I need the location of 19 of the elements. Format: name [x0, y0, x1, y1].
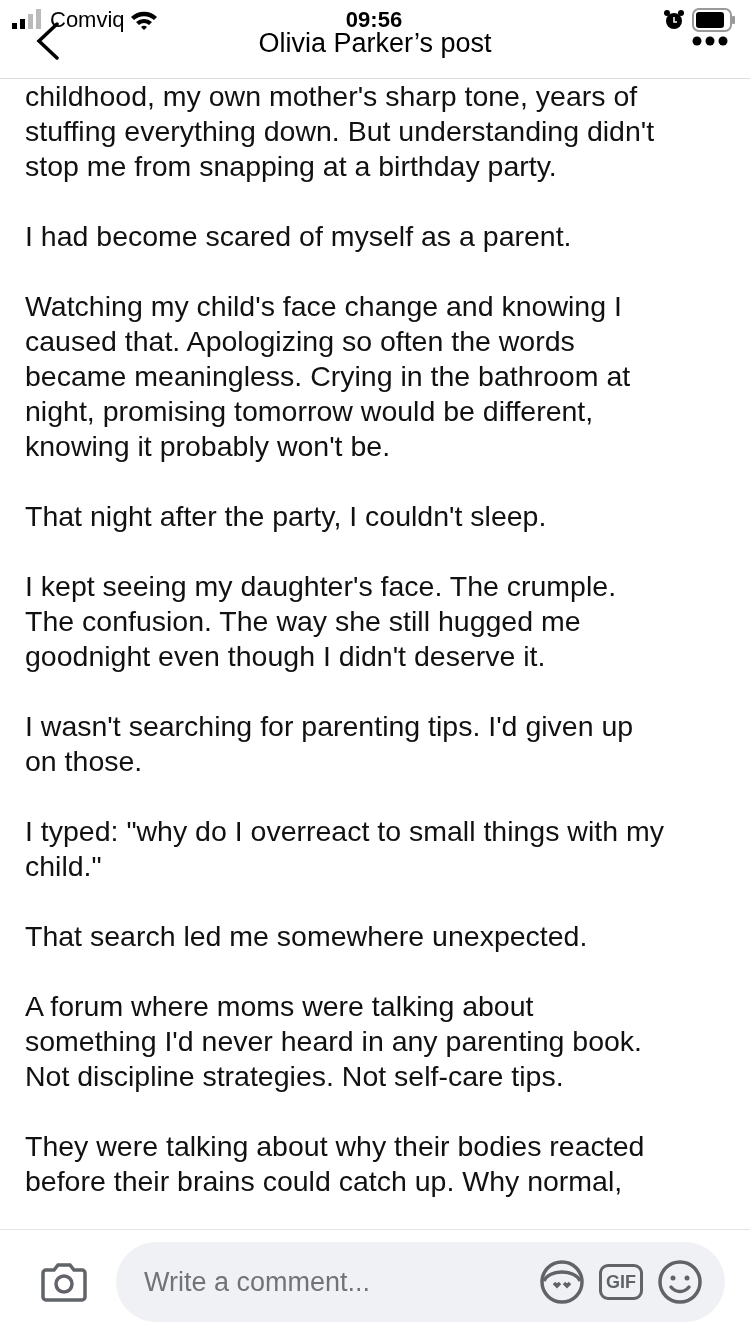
battery-icon: [692, 8, 736, 32]
post-paragraph: Watching my child's face change and knowing I caused that. Apologizing so often the words became meaningless. Crying in the bathroom at night, promising tomorrow would be different, knowing it probably won't be.: [25, 289, 631, 464]
post-paragraph: I kept seeing my daughter's face. The crumple. The confusion. The way she still hugged me goodnight even though I didn't deserve it.: [25, 569, 617, 674]
post-paragraph: They were talking about why their bodies reacted before their brains could catch up. Why normal,: [25, 1129, 645, 1199]
post-paragraph: I typed: "why do I overreact to small things with my child.": [25, 814, 664, 884]
post-paragraph: That night after the party, I couldn't sleep.: [25, 499, 547, 534]
post-paragraph: That search led me somewhere unexpected.: [25, 919, 588, 954]
post-paragraph: A forum where moms were talking about something I'd never heard in any parenting book. Not discipline strategies. Not self-care tips.: [25, 989, 642, 1094]
post-paragraph: childhood, my own mother's sharp tone, years of stuffing everything down. But understanding didn't stop me from snapping at a birthday party.: [25, 79, 655, 184]
comment-field[interactable]: Write a comment... GIF: [116, 1242, 725, 1322]
sticker-icon[interactable]: [539, 1259, 585, 1305]
post-paragraph: I had become scared of myself as a parent.: [25, 219, 572, 254]
camera-icon[interactable]: [40, 1262, 88, 1302]
gif-button[interactable]: GIF: [599, 1264, 643, 1300]
more-icon[interactable]: [692, 36, 728, 46]
alarm-icon: [664, 9, 684, 31]
emoji-icon[interactable]: [657, 1259, 703, 1305]
carrier-name: Comviq: [50, 7, 125, 33]
post-paragraph: I wasn't searching for parenting tips. I'd given up on those.: [25, 709, 634, 779]
